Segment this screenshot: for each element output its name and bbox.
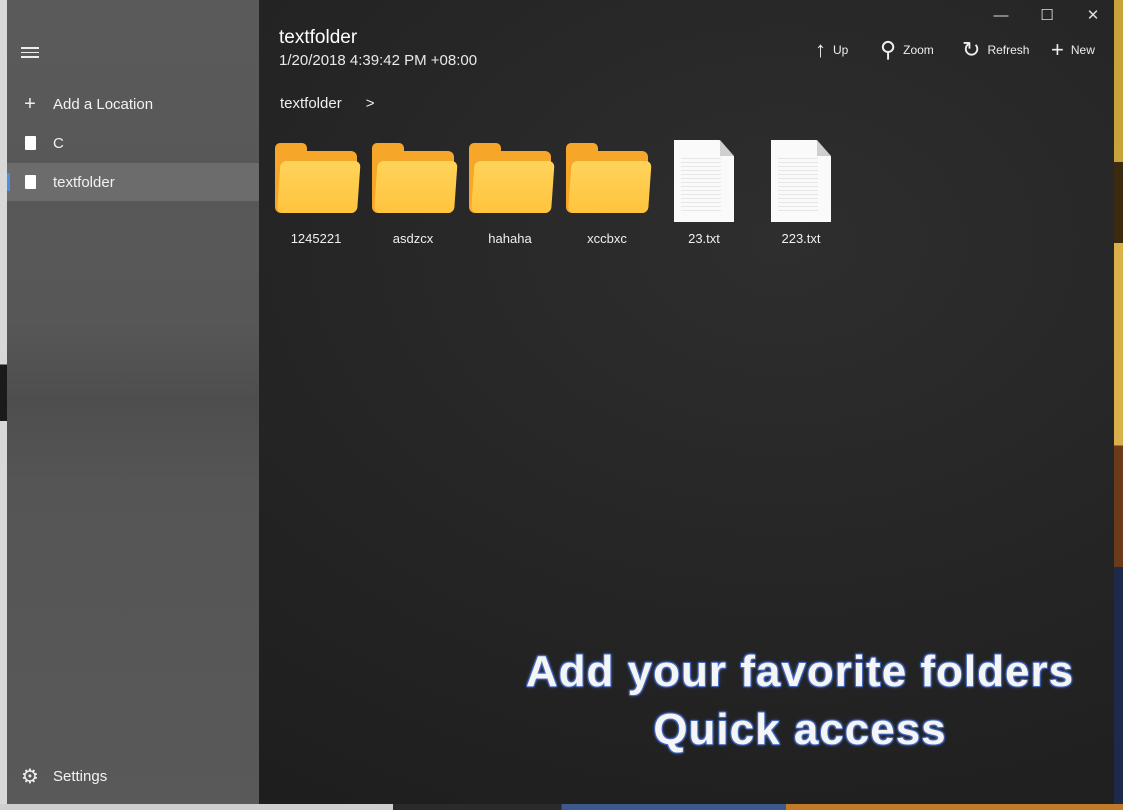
promo-caption-line-2: Quick access [653, 705, 947, 754]
folder-icon [566, 140, 652, 224]
refresh-button[interactable]: ↻ Refresh [962, 38, 1029, 62]
close-button[interactable]: ✕ [1070, 0, 1114, 30]
document-icon [7, 175, 53, 189]
sidebar-item-textfolder[interactable]: textfolder [7, 163, 259, 201]
item-name: asdzcx [392, 231, 434, 246]
file-item[interactable]: 23.txt [659, 140, 749, 250]
folder-item[interactable]: hahaha [465, 140, 555, 250]
plus-icon: + [24, 92, 36, 115]
maximize-button[interactable]: ☐ [1024, 0, 1070, 30]
new-button[interactable]: + New [1051, 38, 1095, 62]
gear-icon: ⚙ [21, 765, 39, 788]
folder-icon [275, 140, 361, 224]
promo-caption-line-1: Add your favorite folders [525, 647, 1075, 696]
new-label: New [1070, 43, 1095, 57]
page-title: textfolder [279, 27, 358, 48]
document-icon [7, 136, 53, 150]
desktop-background-right [1114, 0, 1123, 810]
app-window: + Add a Location C textfolder ⚙ Settings… [7, 0, 1114, 804]
folder-item[interactable]: asdzcx [368, 140, 458, 250]
settings-button[interactable]: ⚙ Settings [7, 757, 259, 795]
breadcrumb-segment[interactable]: textfolder [280, 95, 342, 112]
sidebar-item-c[interactable]: C [7, 124, 259, 162]
settings-label: Settings [53, 767, 108, 785]
zoom-label: Zoom [903, 43, 934, 57]
arrow-up-icon: ↑ [815, 37, 826, 62]
up-button[interactable]: ↑ Up [815, 38, 848, 62]
sidebar-item-label: textfolder [53, 173, 115, 191]
refresh-label: Refresh [987, 43, 1030, 57]
zoom-button[interactable]: ⚲ Zoom [880, 38, 934, 62]
sidebar: + Add a Location C textfolder ⚙ Settings [7, 0, 259, 804]
sidebar-item-label: C [53, 134, 64, 152]
search-icon: ⚲ [880, 37, 897, 62]
breadcrumb-separator-button[interactable]: > [366, 95, 375, 112]
breadcrumb: textfolder > [280, 95, 374, 112]
hamburger-menu-icon[interactable] [21, 44, 39, 62]
item-name: 1245221 [290, 231, 342, 246]
desktop-background-bottom [0, 804, 1123, 810]
text-file-icon [663, 140, 745, 224]
item-name: 223.txt [781, 231, 821, 246]
folder-icon [469, 140, 555, 224]
file-item[interactable]: 223.txt [756, 140, 846, 250]
refresh-icon: ↻ [962, 37, 981, 62]
folder-icon [372, 140, 458, 224]
item-name: hahaha [488, 231, 532, 246]
sidebar-item-label: Add a Location [53, 95, 154, 113]
folder-item[interactable]: xccbxc [562, 140, 652, 250]
folder-item[interactable]: 1245221 [271, 140, 361, 250]
text-file-icon [760, 140, 842, 224]
sidebar-item-add-location[interactable]: + Add a Location [7, 85, 259, 123]
page-subtitle-timestamp: 1/20/2018 4:39:42 PM +08:00 [279, 52, 478, 69]
up-label: Up [833, 43, 849, 57]
item-name: xccbxc [587, 231, 627, 246]
minimize-button[interactable]: — [978, 0, 1024, 30]
item-name: 23.txt [688, 231, 720, 246]
plus-icon: + [1051, 37, 1064, 62]
